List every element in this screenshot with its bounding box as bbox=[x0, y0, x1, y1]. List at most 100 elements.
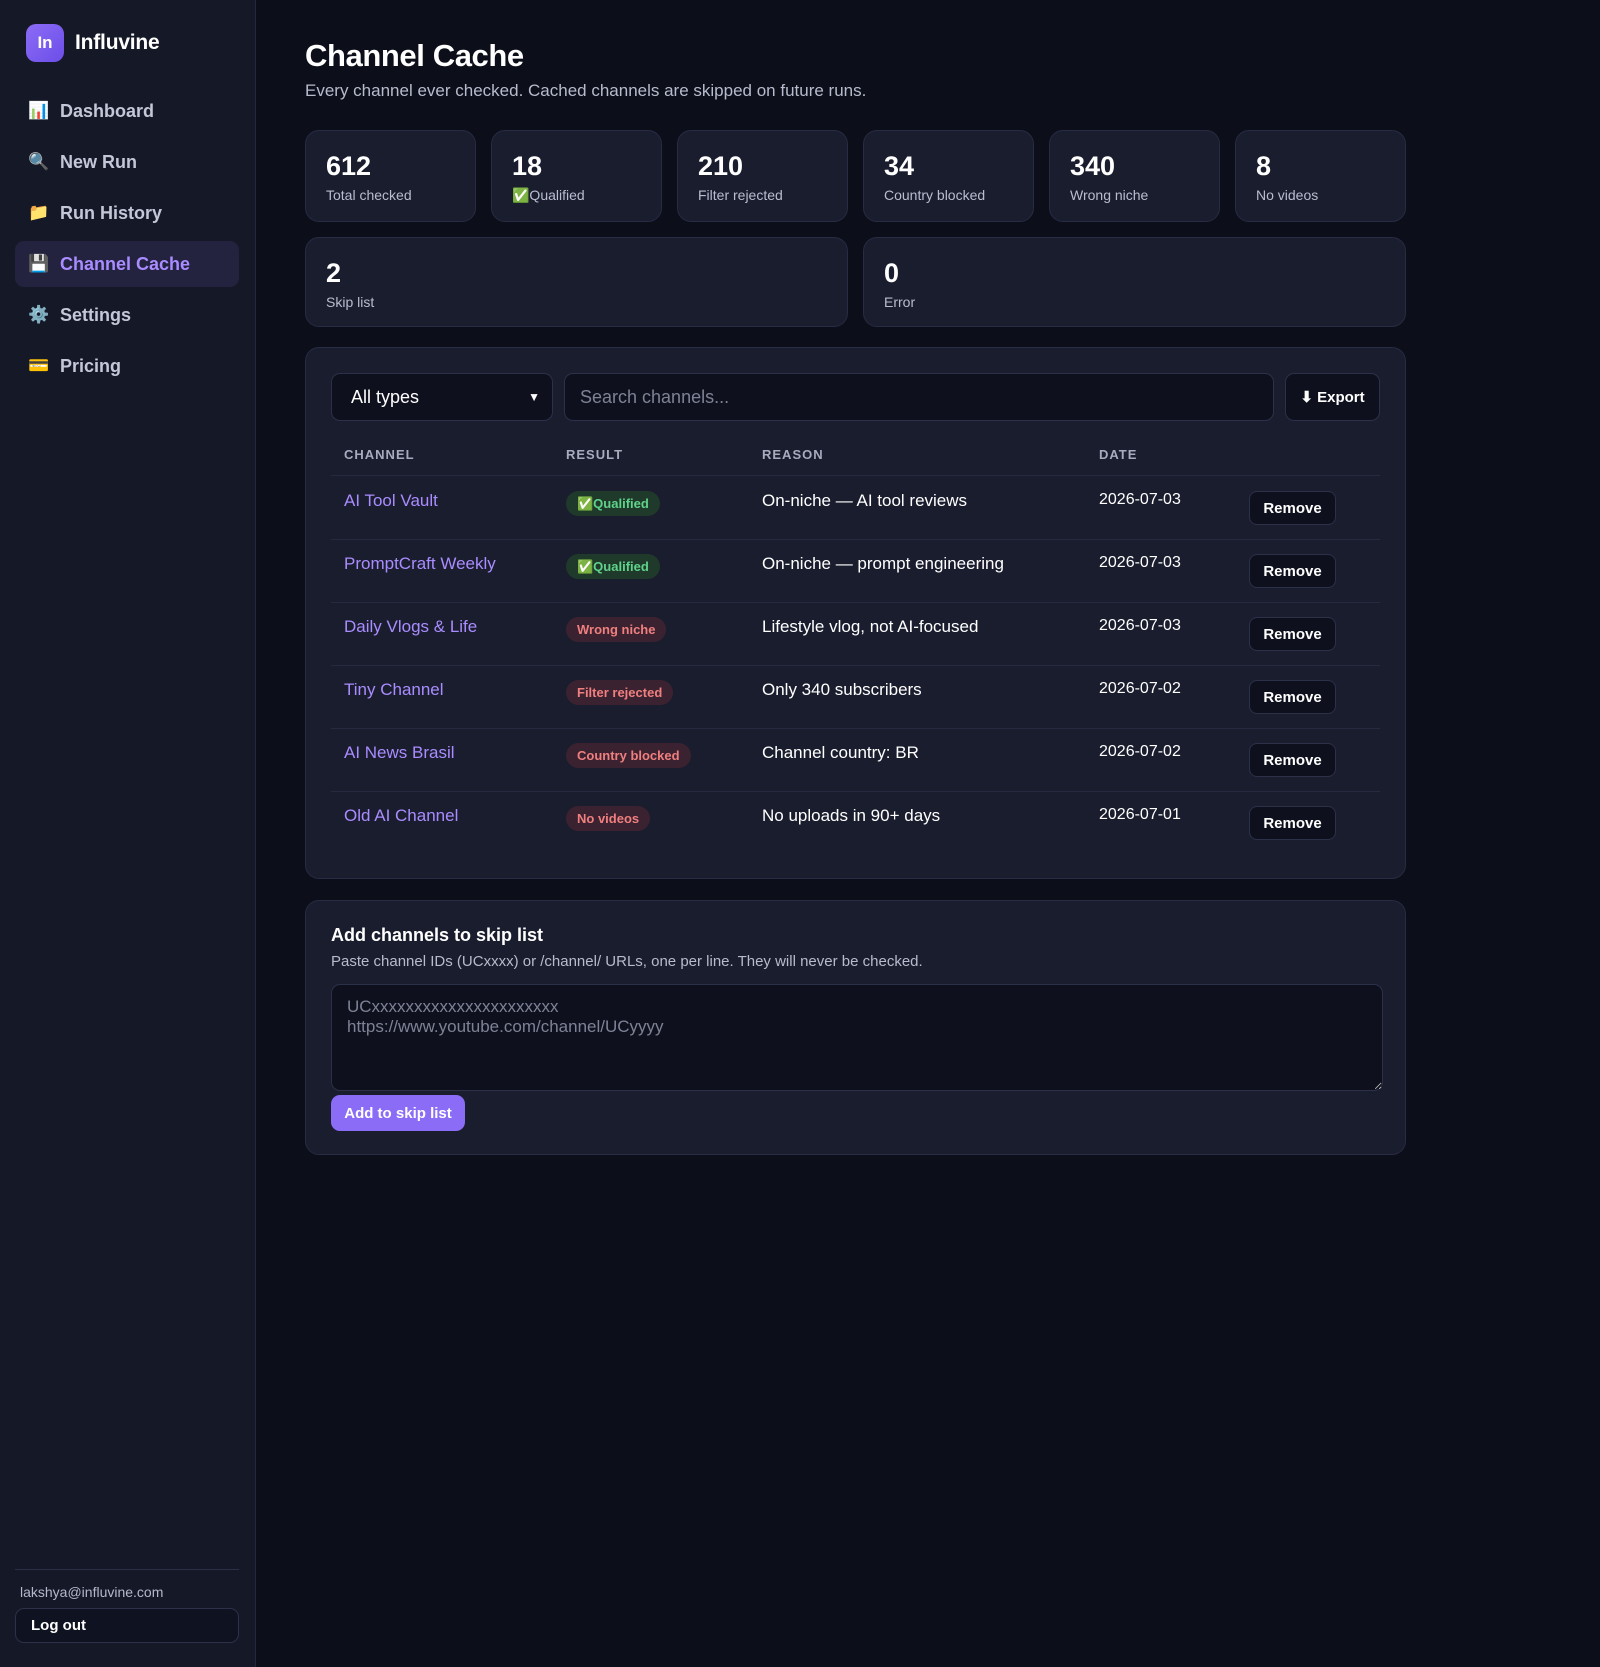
logout-button[interactable]: Log out bbox=[15, 1608, 239, 1643]
sidebar: In Influvine 📊 Dashboard 🔍 New Run 📁 Run… bbox=[0, 0, 256, 1667]
sidebar-item-label: Dashboard bbox=[60, 100, 155, 121]
reason-text: Channel country: BR bbox=[762, 743, 919, 762]
stat-card-error: 0 Error bbox=[863, 237, 1406, 327]
table-row: PromptCraft Weekly ✅Qualified On-niche —… bbox=[331, 540, 1380, 603]
logo-mark: In bbox=[26, 24, 64, 62]
stat-card-skip-list: 2 Skip list bbox=[305, 237, 848, 327]
sidebar-item-label: Run History bbox=[60, 202, 163, 223]
channel-link[interactable]: Tiny Channel bbox=[344, 680, 444, 700]
date-text: 2026-07-03 bbox=[1099, 617, 1181, 634]
reason-text: No uploads in 90+ days bbox=[762, 806, 941, 825]
sidebar-item-label: Settings bbox=[60, 304, 132, 325]
user-email: lakshya@influvine.com bbox=[20, 1584, 164, 1600]
column-header-reason: REASON bbox=[762, 447, 824, 462]
stat-label: Country blocked bbox=[884, 187, 986, 203]
stat-value: 18 bbox=[512, 151, 543, 181]
add-to-skip-list-button[interactable]: Add to skip list bbox=[331, 1095, 465, 1131]
remove-button[interactable]: Remove bbox=[1249, 554, 1336, 588]
table-header: CHANNEL RESULT REASON DATE bbox=[331, 441, 1380, 476]
page-title: Channel Cache bbox=[305, 38, 524, 73]
skip-list-textarea[interactable] bbox=[331, 984, 1383, 1091]
remove-button[interactable]: Remove bbox=[1249, 743, 1336, 777]
sidebar-item-label: Channel Cache bbox=[60, 253, 191, 274]
channel-link[interactable]: PromptCraft Weekly bbox=[344, 554, 496, 574]
channel-link[interactable]: AI News Brasil bbox=[344, 743, 455, 763]
sidebar-item-settings[interactable]: ⚙️ Settings bbox=[15, 292, 239, 338]
stat-card-qualified: 18 ✅Qualified bbox=[491, 130, 662, 222]
sidebar-item-new-run[interactable]: 🔍 New Run bbox=[15, 139, 239, 185]
result-badge: Wrong niche bbox=[566, 617, 667, 642]
date-text: 2026-07-03 bbox=[1099, 491, 1181, 508]
remove-button[interactable]: Remove bbox=[1249, 806, 1336, 840]
sidebar-item-dashboard[interactable]: 📊 Dashboard bbox=[15, 88, 239, 134]
search-icon: 🔍 bbox=[28, 152, 50, 171]
reason-text: On-niche — AI tool reviews bbox=[762, 491, 968, 510]
table-row: Old AI Channel No videos No uploads in 9… bbox=[331, 792, 1380, 855]
skip-list-panel: Add channels to skip list Paste channel … bbox=[305, 900, 1406, 1155]
chevron-down-icon: ▼ bbox=[528, 390, 540, 404]
brand[interactable]: In Influvine bbox=[26, 24, 160, 62]
date-text: 2026-07-03 bbox=[1099, 554, 1181, 571]
table-row: Daily Vlogs & Life Wrong niche Lifestyle… bbox=[331, 603, 1380, 666]
stat-value: 340 bbox=[1070, 151, 1116, 181]
table-row: AI News Brasil Country blocked Channel c… bbox=[331, 729, 1380, 792]
sidebar-item-label: Pricing bbox=[60, 355, 122, 376]
table-row: AI Tool Vault ✅Qualified On-niche — AI t… bbox=[331, 477, 1380, 540]
app-root: In Influvine 📊 Dashboard 🔍 New Run 📁 Run… bbox=[0, 0, 1600, 1667]
type-filter-value: All types bbox=[351, 387, 420, 407]
stat-label: No videos bbox=[1256, 187, 1319, 203]
stat-value: 210 bbox=[698, 151, 744, 181]
stat-label: ✅Qualified bbox=[512, 187, 585, 203]
page-subtitle: Every channel ever checked. Cached chann… bbox=[305, 81, 867, 100]
sidebar-item-channel-cache[interactable]: 💾 Channel Cache bbox=[15, 241, 239, 287]
credit-card-icon: 💳 bbox=[28, 356, 50, 375]
sidebar-item-label: New Run bbox=[60, 151, 138, 172]
date-text: 2026-07-02 bbox=[1099, 680, 1181, 697]
stat-value: 2 bbox=[326, 258, 342, 288]
date-text: 2026-07-02 bbox=[1099, 743, 1181, 760]
stat-card-total-checked: 612 Total checked bbox=[305, 130, 476, 222]
channel-table-panel: All types ▼ ⬇ Export CHANNEL RESULT REAS… bbox=[305, 347, 1406, 879]
divider bbox=[15, 1569, 239, 1570]
skip-list-description: Paste channel IDs (UCxxxx) or /channel/ … bbox=[331, 953, 923, 970]
sidebar-item-run-history[interactable]: 📁 Run History bbox=[15, 190, 239, 236]
stat-card-wrong-niche: 340 Wrong niche bbox=[1049, 130, 1220, 222]
gear-icon: ⚙️ bbox=[28, 305, 50, 324]
chart-icon: 📊 bbox=[28, 101, 50, 120]
channel-link[interactable]: Old AI Channel bbox=[344, 806, 458, 826]
stat-card-filter-rejected: 210 Filter rejected bbox=[677, 130, 848, 222]
export-button[interactable]: ⬇ Export bbox=[1285, 373, 1380, 421]
main-content: Channel Cache Every channel ever checked… bbox=[256, 0, 1600, 1667]
result-badge: Filter rejected bbox=[566, 680, 674, 705]
search-input[interactable] bbox=[564, 373, 1274, 421]
table-toolbar: All types ▼ ⬇ Export bbox=[331, 373, 1380, 421]
reason-text: Only 340 subscribers bbox=[762, 680, 922, 699]
result-badge: Country blocked bbox=[566, 743, 691, 768]
column-header-channel: CHANNEL bbox=[344, 447, 415, 462]
channel-link[interactable]: Daily Vlogs & Life bbox=[344, 617, 477, 637]
stat-value: 0 bbox=[884, 258, 900, 288]
remove-button[interactable]: Remove bbox=[1249, 491, 1336, 525]
column-header-result: RESULT bbox=[566, 447, 624, 462]
channel-link[interactable]: AI Tool Vault bbox=[344, 491, 438, 511]
type-filter-select[interactable]: All types ▼ bbox=[331, 373, 553, 421]
stat-card-country-blocked: 34 Country blocked bbox=[863, 130, 1034, 222]
column-header-date: DATE bbox=[1099, 447, 1138, 462]
remove-button[interactable]: Remove bbox=[1249, 680, 1336, 714]
reason-text: Lifestyle vlog, not AI-focused bbox=[762, 617, 979, 636]
table-row: Tiny Channel Filter rejected Only 340 su… bbox=[331, 666, 1380, 729]
stat-label: Wrong niche bbox=[1070, 187, 1149, 203]
stat-label: Skip list bbox=[326, 294, 375, 310]
skip-list-title: Add channels to skip list bbox=[331, 925, 544, 945]
stat-value: 34 bbox=[884, 151, 915, 181]
sidebar-item-pricing[interactable]: 💳 Pricing bbox=[15, 343, 239, 389]
stat-value: 8 bbox=[1256, 151, 1272, 181]
result-badge: ✅Qualified bbox=[566, 491, 660, 516]
stat-value: 612 bbox=[326, 151, 372, 181]
floppy-disk-icon: 💾 bbox=[28, 254, 50, 273]
stat-label: Error bbox=[884, 294, 916, 310]
remove-button[interactable]: Remove bbox=[1249, 617, 1336, 651]
result-badge: ✅Qualified bbox=[566, 554, 660, 579]
stat-card-no-videos: 8 No videos bbox=[1235, 130, 1406, 222]
reason-text: On-niche — prompt engineering bbox=[762, 554, 1004, 573]
